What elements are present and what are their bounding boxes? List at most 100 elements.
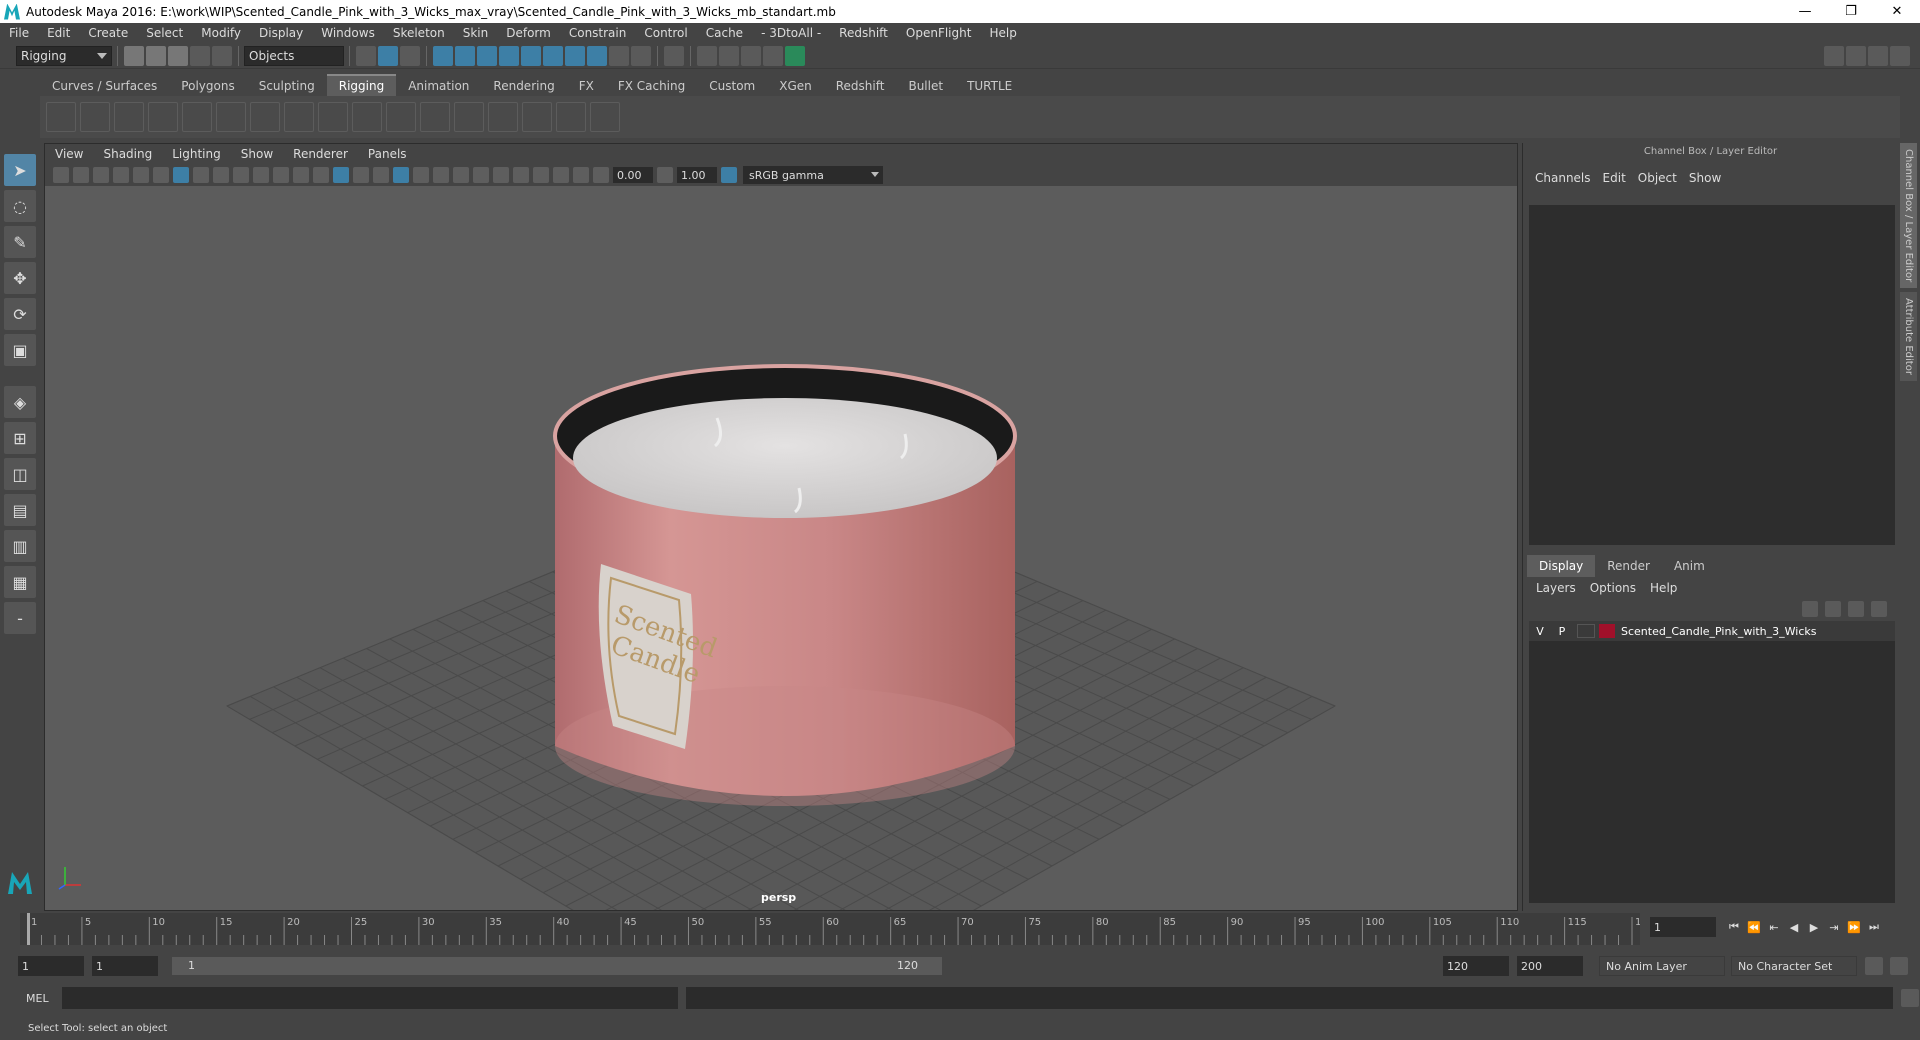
gamma-icon[interactable] <box>657 167 673 183</box>
wireframe-icon[interactable] <box>313 167 329 183</box>
close-button[interactable]: ✕ <box>1874 0 1920 23</box>
image-plane-icon[interactable] <box>113 167 129 183</box>
menu-openflight[interactable]: OpenFlight <box>897 26 981 40</box>
locator-icon[interactable] <box>182 102 212 132</box>
render-settings-icon[interactable] <box>763 45 783 66</box>
current-time-indicator[interactable] <box>27 913 30 945</box>
tab-render[interactable]: Render <box>1595 555 1662 577</box>
mask-dynamics-icon[interactable] <box>543 45 563 66</box>
undo-icon[interactable] <box>190 45 210 66</box>
select-component-icon[interactable] <box>400 45 420 66</box>
blend-shape-icon[interactable] <box>318 102 348 132</box>
shelf-tab-custom[interactable]: Custom <box>697 76 767 96</box>
step-forward-frame-icon[interactable]: ⇥ <box>1824 917 1844 937</box>
camera-icon[interactable] <box>53 167 69 183</box>
pole-vector-icon[interactable] <box>590 102 620 132</box>
grid-icon[interactable] <box>173 167 189 183</box>
depth-of-field-icon[interactable] <box>493 167 509 183</box>
end-time-field[interactable]: 200 <box>1517 956 1583 976</box>
menu-constrain[interactable]: Constrain <box>560 26 636 40</box>
side-tab-attribute-editor[interactable]: Attribute Editor <box>1900 292 1917 382</box>
mask-misc-icon[interactable] <box>587 45 607 66</box>
lasso-tool-button[interactable]: ◌ <box>4 190 36 222</box>
layout-menu-button[interactable]: - <box>4 602 36 634</box>
smooth-bind-icon[interactable] <box>420 102 450 132</box>
play-forward-icon[interactable]: ▶ <box>1804 917 1824 937</box>
playback-end-field[interactable]: 120 <box>1443 956 1509 976</box>
highlight-selection-icon[interactable] <box>631 45 651 66</box>
bookmark-icon[interactable] <box>93 167 109 183</box>
layer-display-type[interactable] <box>1577 624 1595 638</box>
menu-skin[interactable]: Skin <box>454 26 498 40</box>
two-view-button[interactable]: ◫ <box>4 458 36 490</box>
shelf-tab-sculpting[interactable]: Sculpting <box>247 76 327 96</box>
layer-visibility-toggle[interactable]: V <box>1529 625 1551 638</box>
move-tool-button[interactable]: ✥ <box>4 262 36 294</box>
cluster-icon[interactable] <box>216 102 246 132</box>
parent-constraint-icon[interactable] <box>556 102 586 132</box>
wire-icon[interactable] <box>284 102 314 132</box>
open-scene-icon[interactable] <box>146 45 166 66</box>
cb-menu-edit[interactable]: Edit <box>1597 171 1632 185</box>
layer-playback-toggle[interactable]: P <box>1551 625 1573 638</box>
shelf-tab-rigging[interactable]: Rigging <box>326 74 397 96</box>
field-chart-icon[interactable] <box>253 167 269 183</box>
select-tool-button[interactable]: ➤ <box>4 154 36 186</box>
shelf-tab-rendering[interactable]: Rendering <box>481 76 566 96</box>
vp-menu-lighting[interactable]: Lighting <box>162 147 231 161</box>
menu-modify[interactable]: Modify <box>192 26 250 40</box>
smooth-shade-icon[interactable] <box>333 167 349 183</box>
select-object-icon[interactable] <box>378 45 398 66</box>
cb-menu-channels[interactable]: Channels <box>1529 171 1597 185</box>
shelf-tab-fx[interactable]: FX <box>567 76 606 96</box>
menu-3dtoall[interactable]: - 3DtoAll - <box>752 26 830 40</box>
exposure-field[interactable]: 0.00 <box>613 167 653 183</box>
vp-menu-shading[interactable]: Shading <box>93 147 162 161</box>
select-hierarchy-icon[interactable] <box>356 45 376 66</box>
le-menu-layers[interactable]: Layers <box>1529 581 1583 595</box>
camera-attrs-icon[interactable] <box>73 167 89 183</box>
menu-help[interactable]: Help <box>980 26 1025 40</box>
menu-create[interactable]: Create <box>79 26 137 40</box>
motion-blur-icon[interactable] <box>453 167 469 183</box>
cb-menu-object[interactable]: Object <box>1632 171 1683 185</box>
restore-button[interactable]: ❐ <box>1828 0 1874 23</box>
gamma-field[interactable]: 1.00 <box>677 167 717 183</box>
film-gate-icon[interactable] <box>193 167 209 183</box>
rotate-tool-button[interactable]: ⟳ <box>4 298 36 330</box>
render-view-icon[interactable] <box>697 45 717 66</box>
render-frame-icon[interactable] <box>719 45 739 66</box>
time-slider[interactable]: 1 5 10 15 20 25 30 35 40 45 50 55 60 65 70 75 80 85 90 95 10… <box>20 913 1640 945</box>
attribute-editor-toggle-icon[interactable] <box>1868 45 1888 66</box>
point-constraint-icon[interactable] <box>454 102 484 132</box>
joint-tool-icon[interactable] <box>46 102 76 132</box>
channel-box-toggle-icon[interactable] <box>1890 45 1910 66</box>
snap-grid-icon[interactable] <box>664 45 684 66</box>
use-lights-icon[interactable] <box>393 167 409 183</box>
viewport-canvas[interactable]: Scented Candle persp <box>45 186 1517 910</box>
single-view-button[interactable]: ◈ <box>4 386 36 418</box>
side-tab-channel-box[interactable]: Channel Box / Layer Editor <box>1900 143 1917 289</box>
menu-redshift[interactable]: Redshift <box>830 26 897 40</box>
hypershade-layout-button[interactable]: ▦ <box>4 566 36 598</box>
tab-anim[interactable]: Anim <box>1662 555 1717 577</box>
shelf-tab-bullet[interactable]: Bullet <box>896 76 955 96</box>
step-back-frame-icon[interactable]: ⇤ <box>1764 917 1784 937</box>
go-to-end-icon[interactable]: ⏭ <box>1864 917 1884 937</box>
vp-menu-show[interactable]: Show <box>231 147 283 161</box>
go-to-start-icon[interactable]: ⏮ <box>1724 917 1744 937</box>
persp-graph-button[interactable]: ▥ <box>4 530 36 562</box>
menu-file[interactable]: File <box>0 26 38 40</box>
menu-display[interactable]: Display <box>250 26 312 40</box>
move-layer-up-icon[interactable] <box>1802 601 1818 617</box>
le-menu-options[interactable]: Options <box>1583 581 1643 595</box>
2d-pan-icon[interactable] <box>133 167 149 183</box>
vp-menu-renderer[interactable]: Renderer <box>283 147 358 161</box>
ik-handle-icon[interactable] <box>114 102 144 132</box>
step-forward-key-icon[interactable]: ⏩ <box>1844 917 1864 937</box>
menu-edit[interactable]: Edit <box>38 26 79 40</box>
layer-color-swatch[interactable] <box>1599 624 1615 638</box>
anim-layer-dropdown[interactable]: No Anim Layer <box>1599 956 1725 976</box>
resolution-gate-icon[interactable] <box>213 167 229 183</box>
channel-box-area[interactable] <box>1529 205 1895 545</box>
